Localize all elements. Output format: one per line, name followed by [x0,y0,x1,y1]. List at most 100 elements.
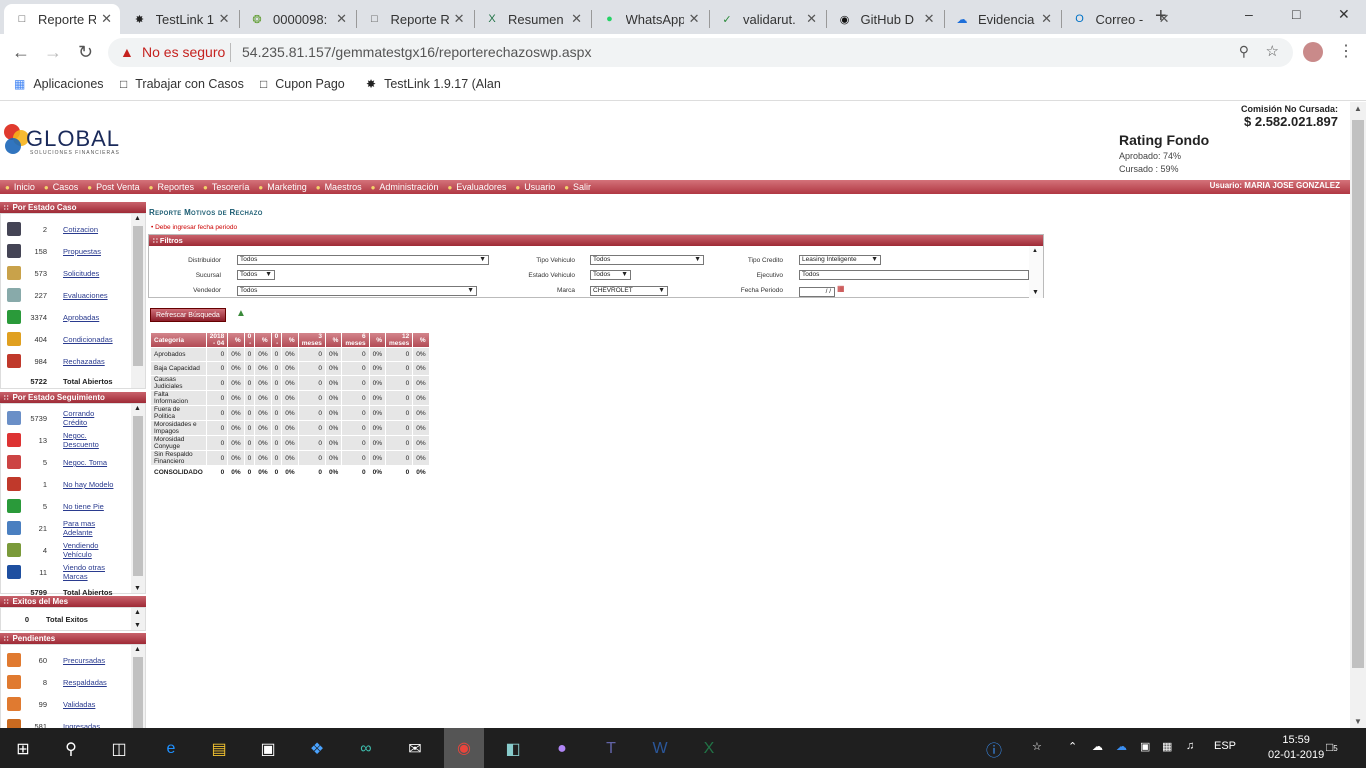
row-link[interactable]: No tiene Pie [63,502,104,511]
arrow-up-icon[interactable]: ▲ [1032,248,1038,254]
menu-item[interactable]: ● Usuario [515,182,555,192]
browser-tab[interactable]: □ Reporte R ✕ [357,4,473,34]
teams-icon[interactable]: T [600,738,622,760]
row-link[interactable]: Rechazadas [63,357,105,366]
chrome-icon[interactable]: ◉ [444,728,484,768]
sidebar-row[interactable]: 5739 Corrando Crédito [1,409,131,429]
browser-tab[interactable]: ❂ 0000098: ✕ [239,4,355,34]
page-scrollbar[interactable]: ▲ ▼ [1350,102,1366,728]
cloud-icon[interactable]: ☁ [1092,740,1103,753]
scroll-thumb[interactable] [133,657,143,728]
people-icon[interactable]: ☆ [1032,740,1042,753]
sidebar-row[interactable]: 11 Viendo otras Marcas [1,563,131,583]
sidebar-scrollbar[interactable]: ▲ [131,214,145,388]
scroll-thumb[interactable] [1352,120,1364,668]
close-icon[interactable]: ✕ [924,11,935,27]
sidebar-row[interactable]: 60 Precursadas [1,651,131,671]
browser-tab[interactable]: ● WhatsApp ✕ [592,4,708,34]
help-icon[interactable]: ⓘ [986,737,1002,761]
browser-tab[interactable]: ◉ GitHub D ✕ [827,4,943,34]
sidebar-row[interactable]: 8 Respaldadas [1,673,131,693]
reload-icon[interactable]: ↻ [78,42,93,63]
bookmark-casos[interactable]: □ Trabajar con Casos [120,77,244,91]
ejecutivo-input[interactable]: Todos [799,270,1029,280]
sidebar-row[interactable]: 581 Ingresadas [1,717,131,728]
onedrive-icon[interactable]: ☁ [1116,740,1127,753]
language-indicator[interactable]: ESP [1214,740,1236,752]
back-icon[interactable]: ← [12,42,30,63]
store-icon[interactable]: ▣ [257,738,279,760]
browser-tab[interactable]: X Resumen ✕ [474,4,590,34]
bookmark-testlink[interactable]: ✸ TestLink 1.9.17 (Alan [366,77,501,91]
scroll-thumb[interactable] [133,226,143,366]
sidebar-row[interactable]: 99 Validadas [1,695,131,715]
sidebar-row[interactable]: 5 Negoc. Toma [1,453,131,473]
sidebar-row[interactable]: 404 Condicionadas [1,330,131,350]
new-tab-icon[interactable]: + [1155,5,1167,28]
column-header[interactable]: % [369,333,385,347]
arrow-up-icon[interactable]: ▲ [134,405,141,412]
calendar-icon[interactable]: ▦ [837,284,845,293]
row-link[interactable]: Evaluaciones [63,291,108,300]
arrow-up-icon[interactable]: ▲ [134,609,141,616]
row-link[interactable]: Negoc. Descuento [63,431,111,449]
row-link[interactable]: Solicitudes [63,269,99,278]
sidebar-row[interactable]: 158 Propuestas [1,242,131,262]
sidebar-row[interactable]: 5 No tiene Pie [1,497,131,517]
distribuidor-select[interactable]: Todos ▼ [237,255,489,265]
search-icon[interactable]: ⚲ [60,738,82,760]
estado-vehiculo-select[interactable]: Todos ▼ [590,270,631,280]
column-header[interactable]: % [282,333,298,347]
sidebar-row[interactable]: 13 Negoc. Descuento [1,431,131,451]
row-link[interactable]: Corrando Crédito [63,409,111,427]
forward-icon[interactable]: → [44,42,62,63]
menu-item[interactable]: ● Casos [44,182,78,192]
sidebar-scrollbar[interactable]: ▲ ▼ [131,404,145,593]
sidebar-row[interactable]: 21 Para mas Adelante [1,519,131,539]
tipo-credito-select[interactable]: Leasing Inteligente ▼ [799,255,881,265]
close-window-icon[interactable]: ✕ [1338,6,1350,23]
app2-icon[interactable]: ● [551,738,573,760]
mail-icon[interactable]: ✉ [404,738,426,760]
sidebar-row[interactable]: 3374 Aprobadas [1,308,131,328]
row-link[interactable]: Para mas Adelante [63,519,111,537]
arrow-up-icon[interactable]: ▲ [134,646,141,653]
row-link[interactable]: Propuestas [63,247,101,256]
url-field[interactable]: ▲ No es seguro 54.235.81.157/gemmatestgx… [108,38,1293,67]
sidebar-row[interactable]: 4 Vendiendo Vehículo [1,541,131,561]
vendedor-select[interactable]: Todos ▼ [237,286,477,296]
volume-icon[interactable]: ♫ [1186,740,1194,752]
arrow-down-icon[interactable]: ▼ [1354,717,1362,726]
edge-icon[interactable]: e [160,738,182,760]
task-view-icon[interactable]: ◫ [108,738,130,760]
close-icon[interactable]: ✕ [454,11,465,27]
menu-item[interactable]: ● Maestros [316,182,362,192]
row-link[interactable]: Cotizacion [63,225,98,234]
sidebar-row[interactable]: 1 No hay Modelo [1,475,131,495]
column-header[interactable]: Categoría [151,333,206,347]
chevron-up-icon[interactable]: ⌃ [1068,740,1077,753]
zoom-icon[interactable]: ⚲ [1239,43,1249,60]
notifications-icon[interactable]: □5 [1326,740,1338,754]
fecha-periodo-input[interactable]: / / [799,287,835,297]
sidebar-row[interactable]: 227 Evaluaciones [1,286,131,306]
column-header[interactable]: 12 meses [386,333,413,347]
menu-icon[interactable]: ⋮ [1338,41,1354,61]
arrow-down-icon[interactable]: ▼ [1032,289,1039,296]
close-icon[interactable]: ✕ [101,11,112,27]
tipo-vehiculo-select[interactable]: Todos ▼ [590,255,704,265]
row-link[interactable]: Respaldadas [63,678,107,687]
column-header[interactable]: 0 - [244,333,255,347]
menu-item[interactable]: ● Evaluadores [447,182,506,192]
column-header[interactable]: % [413,333,429,347]
close-icon[interactable]: ✕ [1041,11,1052,27]
global-logo[interactable]: GLOBAL SOLUCIONES FINANCIERAS [2,120,132,160]
app-icon[interactable]: ◧ [502,738,524,760]
column-header[interactable]: 0 - [271,333,282,347]
windows-start-icon[interactable]: ⊞ [12,738,34,760]
close-icon[interactable]: ✕ [336,11,347,27]
sidebar-row[interactable]: 984 Rechazadas [1,352,131,372]
clock[interactable]: 15:59 02-01-2019 [1268,733,1324,763]
row-link[interactable]: Precursadas [63,656,105,665]
close-icon[interactable]: ✕ [571,11,582,27]
